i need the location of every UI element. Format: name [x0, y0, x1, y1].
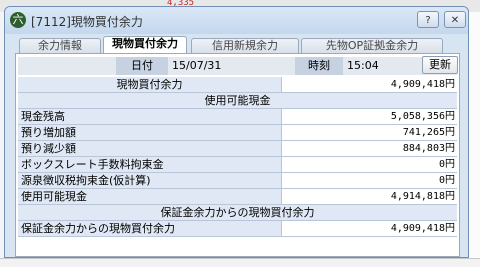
table-row: 預り減少額 884,803円: [18, 141, 457, 157]
tab-cash-buying-power[interactable]: 現物買付余力: [103, 36, 187, 53]
tab-margin-info[interactable]: 余力情報: [19, 38, 101, 53]
help-button[interactable]: ?: [417, 11, 439, 28]
time-label: 時刻: [295, 57, 343, 75]
table-row: 保証金余力からの現物買付余力 4,909,418円: [18, 221, 457, 237]
row-label: ボックスレート手数料拘束金: [18, 157, 282, 172]
date-value: 15/07/31: [172, 59, 222, 72]
tab-futures-op-margin[interactable]: 先物OP証拠金余力: [301, 38, 443, 53]
section-header-margin-buying-power: 保証金余力からの現物買付余力: [18, 205, 457, 221]
close-button[interactable]: ✕: [444, 11, 466, 28]
table-row: 使用可能現金 4,914,818円: [18, 189, 457, 205]
tab-bar: 余力情報 現物買付余力 信用新規余力 先物OP証拠金余力: [5, 35, 468, 53]
refresh-button[interactable]: 更新: [422, 56, 458, 74]
row-label: 預り増加額: [18, 125, 282, 140]
table-row-total: 現物買付余力 4,909,418円: [18, 77, 457, 93]
row-value: 4,909,418円: [283, 77, 457, 92]
row-value: 741,265円: [283, 125, 457, 140]
row-value: 884,803円: [283, 141, 457, 156]
time-value: 15:04: [347, 59, 379, 72]
app-logo-icon: 六: [10, 12, 26, 28]
title-bar[interactable]: 六 [7112]現物買付余力 ? ✕: [5, 7, 468, 34]
row-value: 4,909,418円: [283, 221, 457, 236]
date-label: 日付: [116, 57, 168, 75]
dialog-window: 六 [7112]現物買付余力 ? ✕ 余力情報 現物買付余力 信用新規余力 先物…: [4, 6, 469, 258]
row-value: 5,058,356円: [283, 109, 457, 124]
row-label: 現物買付余力: [18, 77, 282, 92]
row-label: 保証金余力からの現物買付余力: [18, 221, 282, 236]
row-label: 源泉徴収税拘束金(仮計算): [18, 173, 282, 188]
content-panel: 日付 15/07/31 時刻 15:04 更新 現物買付余力 4,909,418…: [15, 53, 460, 257]
row-value: 0円: [283, 157, 457, 172]
window-title: [7112]現物買付余力: [31, 15, 143, 29]
table-row: 預り増加額 741,265円: [18, 125, 457, 141]
row-label: 現金残高: [18, 109, 282, 124]
section-header-usable-cash: 使用可能現金: [18, 93, 457, 109]
row-label: 預り減少額: [18, 141, 282, 156]
row-value: 4,914,818円: [283, 189, 457, 204]
row-value: 0円: [283, 173, 457, 188]
header-row: 日付 15/07/31 時刻 15:04: [18, 57, 457, 75]
table-row: 源泉徴収税拘束金(仮計算) 0円: [18, 173, 457, 189]
tab-credit-new-power[interactable]: 信用新規余力: [191, 38, 299, 53]
table-row: 現金残高 5,058,356円: [18, 109, 457, 125]
table-row: ボックスレート手数料拘束金 0円: [18, 157, 457, 173]
row-label: 使用可能現金: [18, 189, 282, 204]
